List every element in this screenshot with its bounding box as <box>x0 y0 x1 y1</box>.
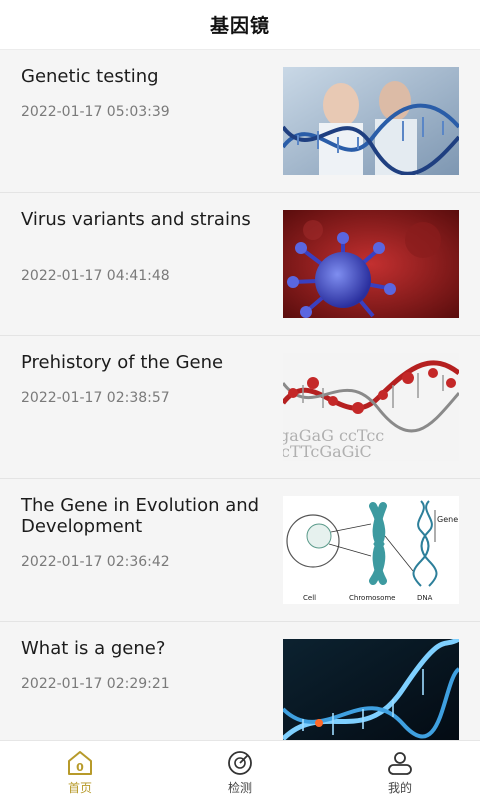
tab-scan[interactable]: 检测 <box>160 741 320 800</box>
article-date: 2022-01-17 02:29:21 <box>21 676 170 692</box>
article-date: 2022-01-17 02:36:42 <box>21 554 170 570</box>
dna-sequence-image: gaGaG ccTcc cTTcGaGiC <box>283 353 459 461</box>
app-header: 基因镜 <box>0 0 480 50</box>
article-title: Genetic testing <box>21 66 159 87</box>
article-date: 2022-01-17 05:03:39 <box>21 104 170 120</box>
svg-text:DNA: DNA <box>417 594 433 602</box>
page-title: 基因镜 <box>209 15 270 37</box>
scientists-dna-image <box>283 67 459 175</box>
list-item[interactable]: Genetic testing 2022-01-17 05:03:39 <box>0 50 480 193</box>
svg-text:cTTcGaGiC: cTTcGaGiC <box>283 442 372 461</box>
article-title: The Gene in Evolution and Development <box>21 495 260 537</box>
tab-label: 我的 <box>387 781 412 795</box>
home-icon: 0 <box>63 749 97 777</box>
svg-text:Cell: Cell <box>303 594 316 602</box>
svg-text:Gene: Gene <box>437 515 458 524</box>
article-title: Prehistory of the Gene <box>21 352 224 373</box>
article-title: Virus variants and strains <box>21 209 251 230</box>
tab-label: 首页 <box>67 781 92 795</box>
list-item[interactable]: Prehistory of the Gene 2022-01-17 02:38:… <box>0 336 480 479</box>
virus-image <box>283 210 459 318</box>
tab-label: 检测 <box>227 781 252 795</box>
svg-text:0: 0 <box>76 761 84 774</box>
tab-profile[interactable]: 我的 <box>320 741 480 800</box>
tab-home[interactable]: 0 首页 <box>0 741 160 800</box>
profile-icon <box>383 749 417 777</box>
svg-text:Chromosome: Chromosome <box>349 594 396 602</box>
article-date: 2022-01-17 04:41:48 <box>21 268 170 284</box>
bottom-tab-bar: 0 首页 检测 我的 <box>0 740 480 800</box>
scan-icon <box>223 749 257 777</box>
list-item[interactable]: Virus variants and strains 2022-01-17 04… <box>0 193 480 336</box>
list-item[interactable]: What is a gene? 2022-01-17 02:29:21 <box>0 622 480 740</box>
cell-chromosome-diagram: Gene Cell Chromosome DNA <box>283 496 459 604</box>
article-title: What is a gene? <box>21 638 166 659</box>
list-item[interactable]: The Gene in Evolution and Development 20… <box>0 479 480 622</box>
dna-helix-blue-image <box>283 639 459 740</box>
article-date: 2022-01-17 02:38:57 <box>21 390 170 406</box>
article-list[interactable]: Genetic testing 2022-01-17 05:03:39 Viru… <box>0 50 480 740</box>
